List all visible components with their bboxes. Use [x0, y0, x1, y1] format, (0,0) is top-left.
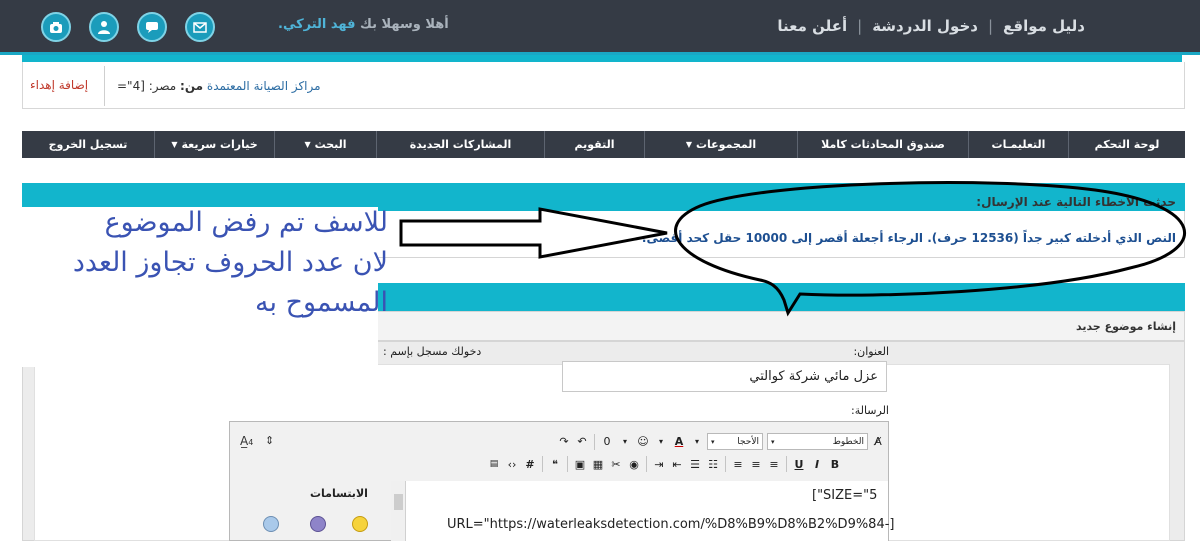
- align-left-icon[interactable]: ≡: [730, 456, 746, 472]
- error-title: حدثت الأخطاء التالية عند الإرسال:: [976, 195, 1176, 209]
- size-select[interactable]: الأحجا ▾: [707, 433, 763, 450]
- chevron-down-icon[interactable]: ▾: [617, 434, 633, 450]
- image-icon[interactable]: ▣: [572, 456, 588, 472]
- font-color-icon[interactable]: A: [671, 434, 687, 450]
- annotation-line-2: لان عدد الحروف تجاوز العدد: [72, 247, 388, 278]
- sleepy-smiley-icon[interactable]: [263, 516, 279, 532]
- nav-logout[interactable]: تسجيل الخروج: [22, 131, 154, 158]
- php-icon[interactable]: ▤: [486, 456, 502, 472]
- textarea-line-1: ["SIZE="5: [812, 488, 878, 503]
- dedication-center[interactable]: مراكز الصيانة المعتمدة: [207, 79, 321, 93]
- font-select[interactable]: الخطوط ▾: [767, 433, 868, 450]
- nav-new-posts[interactable]: المشاركات الجديدة: [376, 131, 544, 158]
- video-icon[interactable]: ▦: [590, 456, 606, 472]
- camera-icon[interactable]: [41, 12, 71, 42]
- dedication-divider: [104, 66, 105, 106]
- hash-icon[interactable]: #: [522, 456, 538, 472]
- italic-icon[interactable]: I: [809, 456, 825, 472]
- nav-chat-box[interactable]: صندوق المحادثات كاملا: [797, 131, 968, 158]
- redo-icon[interactable]: ↷: [556, 434, 572, 450]
- annotation-line-3: المسموح به: [255, 287, 388, 318]
- chevron-down-icon: ▼: [304, 140, 311, 149]
- welcome-text: أهلا وسهلا بك فهد التركي.: [278, 17, 449, 32]
- dedication-from-label: من:: [180, 79, 204, 93]
- message-label: الرسالة:: [850, 404, 889, 417]
- frown-smiley-icon[interactable]: [310, 516, 326, 532]
- align-right-icon[interactable]: ≡: [766, 456, 782, 472]
- textarea-scroll-thumb[interactable]: [394, 494, 403, 510]
- top-nav: دليل مواقع | دخول الدردشة | أعلن معنا: [777, 17, 1085, 35]
- top-nav-separator: |: [857, 17, 863, 35]
- title-input[interactable]: [562, 361, 887, 392]
- top-nav-separator: |: [987, 17, 994, 35]
- annotation-line-1: للاسف تم رفض الموضوع: [104, 207, 388, 238]
- annotation-text: للاسف تم رفض الموضوع لان عدد الحروف تجاو…: [40, 203, 388, 323]
- mail-icon[interactable]: [185, 12, 215, 42]
- main-navbar: لوحة التحكم التعليمـات صندوق المحادثات ك…: [22, 131, 1185, 158]
- welcome-prefix: أهلا وسهلا بك: [360, 17, 449, 32]
- chevron-down-icon[interactable]: ▾: [653, 434, 669, 450]
- nav-calendar[interactable]: التقويم: [544, 131, 644, 158]
- nav-search[interactable]: البحث ▼: [274, 131, 376, 158]
- textarea-line-2: URL="https://waterleaksdetection.com/%D8…: [447, 517, 895, 532]
- smile-smiley-icon[interactable]: [352, 516, 368, 532]
- undo-icon[interactable]: ↶: [574, 434, 590, 450]
- textarea-scrollbar[interactable]: [391, 481, 406, 541]
- attach-icon[interactable]: 0: [599, 434, 615, 450]
- top-nav-chat[interactable]: دخول الدردشة: [872, 17, 978, 35]
- top-nav-advertise[interactable]: أعلن معنا: [777, 17, 847, 35]
- user-icon[interactable]: [89, 12, 119, 42]
- align-center-icon[interactable]: ≡: [748, 456, 764, 472]
- chevron-down-icon[interactable]: ▾: [689, 434, 705, 450]
- top-nav-directory[interactable]: دليل مواقع: [1003, 17, 1085, 35]
- unlink-icon[interactable]: ✂: [608, 456, 624, 472]
- chat-icon[interactable]: [137, 12, 167, 42]
- nav-help[interactable]: التعليمـات: [968, 131, 1068, 158]
- nav-groups[interactable]: المجموعات ▼: [644, 131, 797, 158]
- add-dedication-link[interactable]: إضافة إهداء: [30, 78, 88, 92]
- quote-icon[interactable]: ❝: [547, 456, 563, 472]
- smilies-title: الابتسامات: [310, 487, 368, 500]
- editor-toolbar-row-2: ▤ ‹› # ❝ ▣ ▦ ✂ ◉ ⇥ ⇤ ☰ ☷ ≡ ≡ ≡ U I B: [486, 456, 843, 472]
- logged-in-label: دخولك مسجل بإسم :: [383, 345, 482, 358]
- code-icon[interactable]: ‹›: [504, 456, 520, 472]
- new-topic-title: إنشاء موضوع جديد: [1075, 320, 1176, 333]
- bullet-list-icon[interactable]: ☰: [687, 456, 703, 472]
- indent-icon[interactable]: ⇥: [651, 456, 667, 472]
- number-list-icon[interactable]: ☷: [705, 456, 721, 472]
- nav-control-panel[interactable]: لوحة التحكم: [1068, 131, 1185, 158]
- dedication-text: مصر: [4"=: [117, 79, 177, 93]
- smiley-icon[interactable]: ☺: [635, 434, 651, 450]
- link-icon[interactable]: ◉: [626, 456, 642, 472]
- resize-icon[interactable]: ⇕: [265, 434, 274, 447]
- header-accent-strip: [22, 55, 1182, 62]
- outdent-icon[interactable]: ⇤: [669, 456, 685, 472]
- remove-format-icon[interactable]: A̲4: [240, 434, 253, 448]
- editor-toolbar-row-1: ↷ ↶ 0 ▾ ☺ ▾ A ▾ الأحجا ▾ الخطوط ▾ A̸: [556, 433, 886, 450]
- title-label: العنوان:: [853, 345, 889, 358]
- bold-icon[interactable]: B: [827, 456, 843, 472]
- dedication-line: مراكز الصيانة المعتمدة من: مصر: [4"=: [117, 79, 321, 93]
- chevron-down-icon: ▼: [685, 140, 692, 149]
- nav-quick-options[interactable]: خيارات سريعة ▼: [154, 131, 274, 158]
- clear-format-icon[interactable]: A̸: [870, 434, 886, 450]
- chevron-down-icon: ▼: [171, 140, 178, 149]
- error-message: النص الذي أدخلته كبير جداً (12536 حرف). …: [641, 231, 1176, 245]
- welcome-username[interactable]: فهد التركي.: [278, 17, 356, 32]
- underline-icon[interactable]: U: [791, 456, 807, 472]
